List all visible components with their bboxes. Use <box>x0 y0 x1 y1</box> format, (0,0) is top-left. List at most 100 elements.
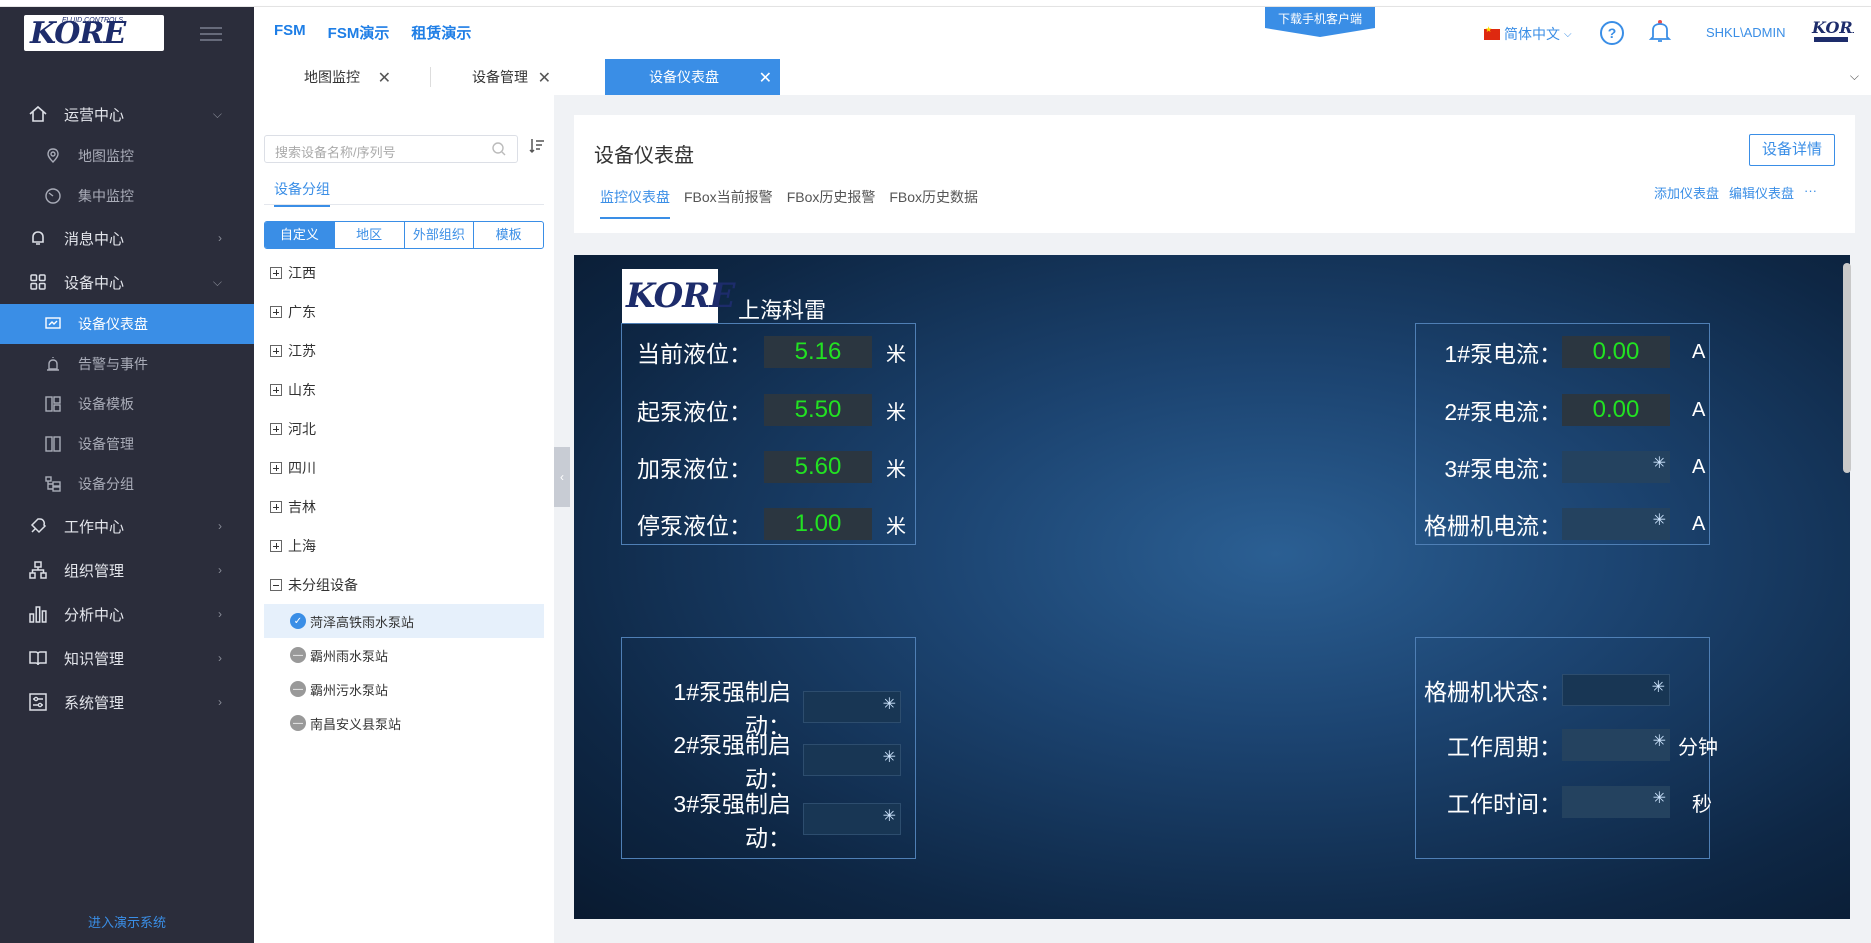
tab-map-monitor[interactable]: 地图监控 ✕ <box>254 59 399 95</box>
device-details-button[interactable]: 设备详情 <box>1749 134 1835 166</box>
chevron-down-icon: ⌵ <box>1564 28 1572 40</box>
nav-item-messages[interactable]: 消息中心 › <box>0 216 254 260</box>
device-item[interactable]: — 霸州雨水泵站 <box>264 638 544 672</box>
close-icon[interactable]: ✕ <box>538 68 551 88</box>
edit-dashboard-link[interactable]: 编辑仪表盘 <box>1729 183 1794 202</box>
nav-item-work-center[interactable]: 工作中心 › <box>0 504 254 548</box>
tree-node[interactable]: 上海 <box>264 526 544 565</box>
sort-icon[interactable] <box>528 137 546 158</box>
nav-item-device-center[interactable]: 设备中心 ⌵ <box>0 260 254 304</box>
device-group-tab[interactable]: 设备分组 <box>264 175 544 207</box>
nav-subitem-alarms[interactable]: 告警与事件 <box>0 344 254 384</box>
tab-label: 地图监控 <box>304 69 360 85</box>
nav-subitem-device-groups[interactable]: 设备分组 <box>0 464 254 504</box>
expand-icon[interactable] <box>270 422 282 435</box>
tree-node-label: 江西 <box>288 264 316 281</box>
grille-value-loading: ✳ <box>1562 729 1670 761</box>
tree-node[interactable]: 江西 <box>264 253 544 292</box>
grille-label: 工作时间： <box>1447 791 1562 817</box>
subtab-fbox-current-alarms[interactable]: FBox当前报警 <box>684 187 773 219</box>
nav-subitem-device-management[interactable]: 设备管理 <box>0 424 254 464</box>
force-start-switch[interactable]: ✳ <box>803 803 901 835</box>
device-search-input[interactable]: 搜索设备名称/序列号 <box>264 135 518 163</box>
current-label: 3#泵电流： <box>1444 456 1562 482</box>
device-item[interactable]: — 南昌安义县泵站 <box>264 706 544 740</box>
group-type-segment: 自定义 地区 外部组织 模板 <box>264 221 544 249</box>
level-row: 加泵液位： 5.60 米 <box>636 450 906 484</box>
subtab-monitor-dashboard[interactable]: 监控仪表盘 <box>600 187 670 219</box>
tree-node[interactable]: 吉林 <box>264 487 544 526</box>
nav-subitem-templates[interactable]: 设备模板 <box>0 384 254 424</box>
more-icon[interactable]: ··· <box>1804 183 1817 202</box>
expand-icon[interactable] <box>270 344 282 357</box>
nav-item-label: 工作中心 <box>64 518 125 536</box>
tree-node[interactable]: 广东 <box>264 292 544 331</box>
demo-system-link[interactable]: 进入演示系统 <box>0 912 254 931</box>
panel-collapse-handle[interactable]: ‹ <box>554 447 570 507</box>
header-link-fsm-demo[interactable]: FSM演示 <box>328 22 390 43</box>
nav-item-analysis[interactable]: 分析中心 › <box>0 592 254 636</box>
current-row: 格栅机电流： ✳ A <box>1422 507 1705 541</box>
header-link-rental-demo[interactable]: 租赁演示 <box>411 22 471 43</box>
search-placeholder: 搜索设备名称/序列号 <box>275 145 396 160</box>
dashboard-scrollbar[interactable] <box>1843 263 1851 473</box>
help-icon[interactable]: ? <box>1600 21 1624 45</box>
segment-region[interactable]: 地区 <box>335 222 405 248</box>
nav-item-operations[interactable]: 运营中心 ⌵ <box>0 92 254 136</box>
nav-item-knowledge[interactable]: 知识管理 › <box>0 636 254 680</box>
nav-subitem-device-dashboard[interactable]: 设备仪表盘 <box>0 304 254 344</box>
current-unit: A <box>1692 340 1706 363</box>
device-item-selected[interactable]: ✓ 菏泽高铁雨水泵站 <box>264 604 544 638</box>
level-label: 停泵液位： <box>637 513 752 539</box>
chevron-right-icon: › <box>218 519 222 533</box>
add-dashboard-link[interactable]: 添加仪表盘 <box>1654 183 1719 202</box>
close-icon[interactable]: ✕ <box>378 68 391 88</box>
tab-device-management[interactable]: 设备管理 ✕ <box>430 59 559 95</box>
tree-node[interactable]: 江苏 <box>264 331 544 370</box>
nav-subitem-label: 集中监控 <box>78 188 134 204</box>
device-item[interactable]: — 霸州污水泵站 <box>264 672 544 706</box>
nav-item-organization[interactable]: 组织管理 › <box>0 548 254 592</box>
expand-icon[interactable] <box>270 461 282 474</box>
tree-node[interactable]: 山东 <box>264 370 544 409</box>
force-start-switch[interactable]: ✳ <box>803 744 901 776</box>
expand-icon[interactable] <box>270 266 282 279</box>
subtab-fbox-history-data[interactable]: FBox历史数据 <box>889 187 978 219</box>
user-name[interactable]: SHKL\ADMIN <box>1706 25 1785 40</box>
device-item-label: 菏泽高铁雨水泵站 <box>310 614 415 630</box>
tab-label: 设备仪表盘 <box>649 69 719 85</box>
expand-icon[interactable] <box>270 539 282 552</box>
force-start-switch[interactable]: ✳ <box>803 691 901 723</box>
collapse-icon[interactable] <box>270 578 282 591</box>
expand-icon[interactable] <box>270 383 282 396</box>
tree-node[interactable]: 未分组设备 <box>264 565 544 604</box>
nav-item-system[interactable]: 系统管理 › <box>0 680 254 724</box>
download-app-banner[interactable]: 下载手机客户端 <box>1265 7 1375 37</box>
header-link-fsm[interactable]: FSM <box>274 22 306 43</box>
language-selector[interactable]: 简体中文 ⌵ <box>1484 24 1572 44</box>
nav-subitem-central-monitor[interactable]: 集中监控 <box>0 176 254 216</box>
segment-custom[interactable]: 自定义 <box>265 222 335 248</box>
force-start-row: 3#泵强制启动： ✳ <box>636 785 901 853</box>
force-start-row: 2#泵强制启动： ✳ <box>636 726 901 794</box>
menu-toggle-icon[interactable] <box>200 27 222 41</box>
bar-chart-icon <box>28 604 48 624</box>
subtab-fbox-history-alarms[interactable]: FBox历史报警 <box>787 187 876 219</box>
tree-node[interactable]: 四川 <box>264 448 544 487</box>
notification-bell-icon[interactable] <box>1648 19 1672 48</box>
close-icon[interactable]: ✕ <box>759 68 772 88</box>
nav-subitem-label: 设备模板 <box>78 396 134 412</box>
chevron-down-icon[interactable]: ⌵ <box>1850 69 1859 84</box>
tree-node-label: 四川 <box>288 459 316 476</box>
expand-icon[interactable] <box>270 305 282 318</box>
nav-subitem-map-monitor[interactable]: 地图监控 <box>0 136 254 176</box>
tab-device-dashboard[interactable]: 设备仪表盘 ✕ <box>605 59 780 95</box>
loading-spinner-icon: ✳ <box>1652 512 1666 529</box>
logo[interactable]: FLUID CONTROLS KORE <box>24 15 164 51</box>
grille-label: 工作周期： <box>1447 734 1562 760</box>
segment-external-org[interactable]: 外部组织 <box>405 222 475 248</box>
segment-template[interactable]: 模板 <box>474 222 543 248</box>
search-icon[interactable] <box>491 141 507 160</box>
expand-icon[interactable] <box>270 500 282 513</box>
tree-node[interactable]: 河北 <box>264 409 544 448</box>
